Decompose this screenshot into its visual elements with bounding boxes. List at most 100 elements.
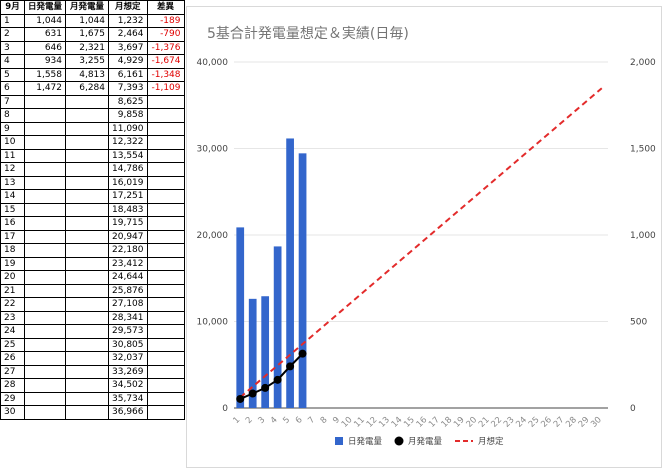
cell-difference: [146, 310, 185, 325]
cell-day: 21: [0, 283, 25, 298]
table-row: 25 30,805: [0, 337, 185, 352]
x-tick-label: 30: [589, 415, 604, 430]
cell-monthly-generation: [65, 175, 109, 190]
cell-monthly-target: 12,322: [108, 135, 148, 150]
cell-difference: [146, 189, 185, 204]
legend-label-monthly-generation: 月発電量: [408, 437, 443, 447]
y-right-tick-label: 1,500: [630, 145, 656, 155]
table-row: 28 34,502: [0, 378, 185, 393]
cell-monthly-target: 28,341: [108, 310, 148, 325]
cell-daily-generation: [24, 189, 66, 204]
cell-day: 12: [0, 162, 25, 177]
table-row: 30 36,966: [0, 405, 185, 420]
table-row: 9 11,090: [0, 121, 185, 136]
cell-monthly-target: 22,180: [108, 243, 148, 258]
cell-daily-generation: [24, 283, 66, 298]
cell-day: 24: [0, 324, 25, 339]
cell-day: 27: [0, 364, 25, 379]
cell-monthly-target: 32,037: [108, 351, 148, 366]
table-row: 15 18,483: [0, 202, 185, 217]
cell-daily-generation: [24, 121, 66, 136]
y-left-tick-label: 0: [222, 404, 228, 414]
cell-monthly-target: 34,502: [108, 378, 148, 393]
legend-swatch-monthly-generation: [394, 436, 404, 446]
cell-difference: -1,376: [146, 40, 185, 55]
cell-difference: [146, 351, 185, 366]
header-monthly-target: 月想定: [108, 0, 148, 15]
table-row: 23 28,341: [0, 310, 185, 325]
cell-day: 6: [0, 81, 25, 96]
cell-monthly-target: 30,805: [108, 337, 148, 352]
cell-day: 23: [0, 310, 25, 325]
cell-day: 29: [0, 391, 25, 406]
table-row: 26 32,037: [0, 351, 185, 366]
cell-monthly-generation: [65, 337, 109, 352]
cell-daily-generation: 1,472: [24, 81, 66, 96]
cell-monthly-generation: 3,255: [65, 54, 109, 69]
x-tick-label: 6: [294, 415, 305, 426]
cell-monthly-target: 17,251: [108, 189, 148, 204]
cell-monthly-target: 11,090: [108, 121, 148, 136]
cell-difference: -189: [146, 13, 185, 28]
cell-day: 1: [0, 13, 25, 28]
cell-monthly-target: 16,019: [108, 175, 148, 190]
cell-daily-generation: [24, 216, 66, 231]
cell-difference: [146, 405, 185, 420]
cell-monthly-target: 20,947: [108, 229, 148, 244]
cell-monthly-generation: [65, 108, 109, 123]
cell-daily-generation: [24, 175, 66, 190]
cell-day: 8: [0, 108, 25, 123]
cell-monthly-target: 25,876: [108, 283, 148, 298]
table-row: 12 14,786: [0, 162, 185, 177]
cell-daily-generation: 934: [24, 54, 66, 69]
x-tick-label: 4: [269, 415, 280, 426]
table-row: 1 1,044 1,044 1,232 -189: [0, 13, 185, 28]
cell-monthly-generation: [65, 202, 109, 217]
cell-monthly-generation: [65, 256, 109, 271]
header-difference: 差異: [146, 0, 185, 15]
cell-monthly-generation: [65, 378, 109, 393]
table-row: 27 33,269: [0, 364, 185, 379]
cell-difference: [146, 364, 185, 379]
cell-monthly-target: 36,966: [108, 405, 148, 420]
point-monthly-generation: [236, 394, 245, 403]
cell-difference: [146, 108, 185, 123]
table-row: 10 12,322: [0, 135, 185, 150]
cell-difference: [146, 324, 185, 339]
point-monthly-generation: [273, 375, 282, 384]
cell-day: 20: [0, 270, 25, 285]
point-monthly-generation: [248, 389, 257, 398]
cell-day: 22: [0, 297, 25, 312]
cell-monthly-generation: [65, 297, 109, 312]
table-row: 3 646 2,321 3,697 -1,376: [0, 40, 185, 55]
table-row: 21 25,876: [0, 283, 185, 298]
cell-monthly-target: 1,232: [108, 13, 148, 28]
cell-daily-generation: [24, 378, 66, 393]
cell-difference: -1,348: [146, 67, 185, 82]
cell-monthly-generation: [65, 216, 109, 231]
cell-monthly-generation: [65, 243, 109, 258]
cell-daily-generation: [24, 364, 66, 379]
cell-monthly-target: 35,734: [108, 391, 148, 406]
header-daily-generation: 日発電量: [24, 0, 66, 15]
cell-daily-generation: [24, 202, 66, 217]
table-row: 22 27,108: [0, 297, 185, 312]
cell-day: 26: [0, 351, 25, 366]
cell-day: 25: [0, 337, 25, 352]
cell-day: 5: [0, 67, 25, 82]
cell-difference: -1,109: [146, 81, 185, 96]
cell-difference: [146, 229, 185, 244]
cell-difference: [146, 337, 185, 352]
cell-day: 16: [0, 216, 25, 231]
header-monthly-generation: 月発電量: [65, 0, 109, 15]
cell-daily-generation: 631: [24, 27, 66, 42]
bar-daily-generation: [236, 227, 245, 408]
cell-monthly-target: 8,625: [108, 94, 148, 109]
cell-difference: -790: [146, 27, 185, 42]
table-row: 20 24,644: [0, 270, 185, 285]
cell-monthly-generation: [65, 148, 109, 163]
cell-difference: [146, 391, 185, 406]
cell-daily-generation: [24, 243, 66, 258]
cell-daily-generation: [24, 337, 66, 352]
table-row: 19 23,412: [0, 256, 185, 271]
